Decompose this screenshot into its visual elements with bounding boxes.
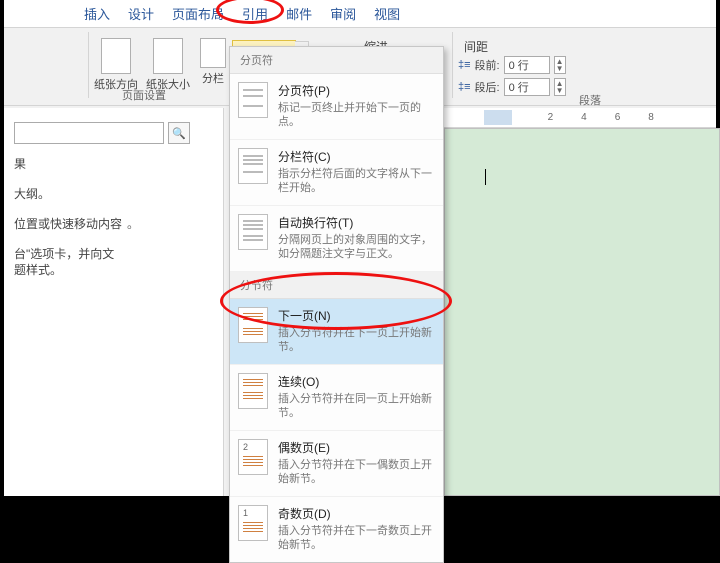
orientation-button[interactable]: 纸张方向 <box>92 34 140 92</box>
ribbon-tabs: 插入 设计 页面布局 引用 邮件 审阅 视图 <box>4 0 716 28</box>
ruler[interactable]: 2 2 4 6 8 <box>444 108 716 128</box>
tab-design[interactable]: 设计 <box>128 4 154 23</box>
spacing-before: ‡≡ 段前: 0 行 ▲▼ <box>458 56 566 74</box>
menu-item-desc: 指示分栏符后面的文字将从下一栏开始。 <box>278 167 435 195</box>
tab-references[interactable]: 引用 <box>242 4 268 23</box>
menu-item-title: 奇数页(D) <box>278 505 435 522</box>
orientation-icon <box>101 38 131 74</box>
menu-header-page-breaks: 分页符 <box>230 47 443 74</box>
columns-label: 分栏 <box>202 73 224 85</box>
tab-review[interactable]: 审阅 <box>330 4 356 23</box>
spacing-after-icon: ‡≡ <box>458 81 471 93</box>
menu-item-title: 自动换行符(T) <box>278 214 435 231</box>
odd-page-icon: 1 <box>238 505 268 541</box>
search-icon: 🔍 <box>172 127 186 140</box>
spacing-after-label: 段后: <box>475 79 500 95</box>
ruler-tick-5: 8 <box>648 112 654 123</box>
column-break-icon <box>238 148 268 184</box>
navigation-pane: 🔍 果 大纲。 位置或快速移动内容。 台"选项卡，并向文 题样式。 <box>4 108 224 496</box>
menu-item-odd-page[interactable]: 1 奇数页(D) 插入分节符并在下一奇数页上开始新节。 <box>230 497 443 562</box>
next-page-icon <box>238 307 268 343</box>
page-break-icon <box>238 82 268 118</box>
spacing-before-label: 段前: <box>475 57 500 73</box>
spacing-before-stepper[interactable]: ▲▼ <box>554 56 566 74</box>
even-page-icon: 2 <box>238 439 268 475</box>
breaks-menu: 分页符 分页符(P) 标记一页终止并开始下一页的点。 分栏符(C) 指示分栏符后… <box>229 46 444 563</box>
menu-item-title: 连续(O) <box>278 373 435 390</box>
menu-item-title: 偶数页(E) <box>278 439 435 456</box>
menu-item-desc: 插入分节符并在下一页上开始新节。 <box>278 326 435 354</box>
menu-item-desc: 插入分节符并在下一偶数页上开始新节。 <box>278 458 435 486</box>
menu-item-desc: 分隔网页上的对象周围的文字，如分隔题注文字与正文。 <box>278 233 435 261</box>
ruler-margin <box>484 110 512 125</box>
menu-item-desc: 插入分节符并在同一页上开始新节。 <box>278 392 435 420</box>
tab-page-layout[interactable]: 页面布局 <box>172 4 224 23</box>
menu-item-desc: 标记一页终止并开始下一页的点。 <box>278 101 435 129</box>
tab-view[interactable]: 视图 <box>374 4 400 23</box>
paper-size-icon <box>153 38 183 74</box>
menu-header-section-breaks: 分节符 <box>230 272 443 299</box>
menu-item-title: 下一页(N) <box>278 307 435 324</box>
menu-item-next-page[interactable]: 下一页(N) 插入分节符并在下一页上开始新节。 <box>230 299 443 365</box>
menu-item-title: 分页符(P) <box>278 82 435 99</box>
columns-icon <box>200 38 226 68</box>
spacing-after: ‡≡ 段后: 0 行 ▲▼ <box>458 78 566 96</box>
menu-item-desc: 插入分节符并在下一奇数页上开始新节。 <box>278 524 435 552</box>
ruler-tick-3: 4 <box>581 112 587 123</box>
menu-item-page-break[interactable]: 分页符(P) 标记一页终止并开始下一页的点。 <box>230 74 443 140</box>
text-wrap-icon <box>238 214 268 250</box>
panel-text-4b: 题样式。 <box>14 263 62 277</box>
spacing-before-icon: ‡≡ <box>458 59 471 71</box>
continuous-icon <box>238 373 268 409</box>
document-area[interactable] <box>444 128 720 496</box>
text-cursor <box>485 169 486 185</box>
spacing-group-label: 间距 <box>464 38 488 55</box>
spacing-after-input[interactable]: 0 行 <box>504 78 550 96</box>
menu-item-title: 分栏符(C) <box>278 148 435 165</box>
tab-mailings[interactable]: 邮件 <box>286 4 312 23</box>
panel-text-2: 大纲。 <box>14 187 50 201</box>
ruler-tick-4: 6 <box>615 112 621 123</box>
spacing-after-stepper[interactable]: ▲▼ <box>554 78 566 96</box>
panel-text-3: 位置或快速移动内容 <box>14 217 122 231</box>
group-paragraph-label: 段落 <box>579 92 601 108</box>
tab-insert[interactable]: 插入 <box>84 4 110 23</box>
menu-item-continuous[interactable]: 连续(O) 插入分节符并在同一页上开始新节。 <box>230 365 443 431</box>
spacing-before-input[interactable]: 0 行 <box>504 56 550 74</box>
menu-item-text-wrap[interactable]: 自动换行符(T) 分隔网页上的对象周围的文字，如分隔题注文字与正文。 <box>230 206 443 272</box>
search-button[interactable]: 🔍 <box>168 122 190 144</box>
panel-text-4a: 台"选项卡，并向文 <box>14 247 114 261</box>
panel-text-1: 果 <box>14 157 26 171</box>
group-page-setup-label: 页面设置 <box>122 87 166 103</box>
menu-item-column-break[interactable]: 分栏符(C) 指示分栏符后面的文字将从下一栏开始。 <box>230 140 443 206</box>
ruler-tick-2: 2 <box>548 112 554 123</box>
search-input[interactable] <box>14 122 164 144</box>
paper-size-button[interactable]: 纸张大小 <box>144 34 192 92</box>
columns-button[interactable]: 分栏 <box>196 34 230 86</box>
menu-item-even-page[interactable]: 2 偶数页(E) 插入分节符并在下一偶数页上开始新节。 <box>230 431 443 497</box>
